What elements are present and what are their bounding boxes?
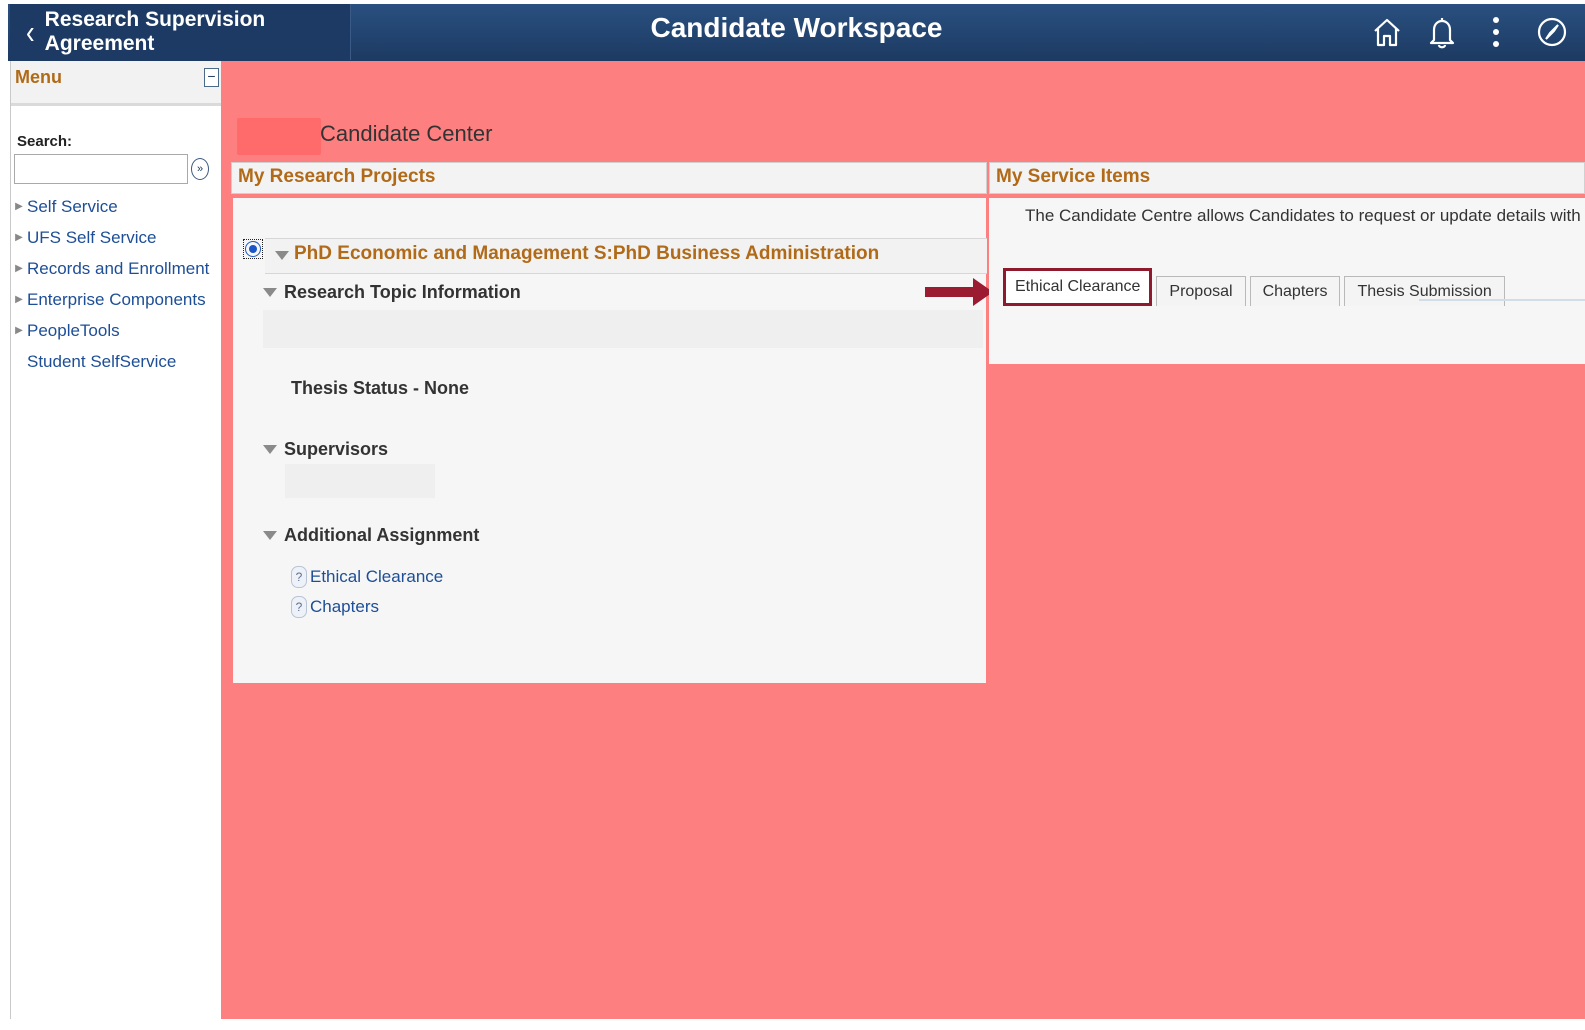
project-row[interactable]: PhD Economic and Management S:PhD Busine… (265, 238, 987, 274)
nav-item-ufs-self-service[interactable]: ▶ UFS Self Service (11, 222, 221, 253)
candidate-center-title: Candidate Center (320, 121, 493, 146)
nav-item-records-enrollment[interactable]: ▶ Records and Enrollment (11, 253, 221, 284)
research-projects-title: My Research Projects (238, 166, 436, 187)
tab-proposal[interactable]: Proposal (1156, 276, 1246, 306)
compass-icon[interactable] (1534, 14, 1570, 50)
tab-ethical-clearance[interactable]: Ethical Clearance (1003, 268, 1153, 306)
nav-item-enterprise-components[interactable]: ▶ Enterprise Components (11, 284, 221, 315)
project-radio[interactable] (243, 239, 263, 259)
supervisors-section[interactable]: Supervisors (263, 439, 388, 460)
additional-assignment-label: Additional Assignment (284, 525, 480, 545)
supervisors-content (285, 464, 435, 498)
chevron-left-icon: ‹ (26, 11, 35, 51)
expand-arrow-icon: ▶ (15, 294, 23, 305)
back-button[interactable]: ‹ Research Supervision Agreement (10, 4, 351, 60)
service-items-header: My Service Items (989, 162, 1585, 194)
menu-sidebar: Menu − Search: » ▶ Self Service ▶ UFS Se… (10, 61, 222, 1019)
service-items-panel: The Candidate Centre allows Candidates t… (989, 198, 1585, 364)
redacted-block (237, 118, 321, 155)
search-go-icon[interactable]: » (191, 158, 209, 180)
collapse-triangle-icon[interactable] (263, 445, 277, 454)
back-button-label: Research Supervision Agreement (44, 8, 266, 55)
expand-arrow-icon: ▶ (15, 232, 23, 243)
service-items-title: My Service Items (996, 166, 1151, 187)
research-topic-label: Research Topic Information (284, 282, 521, 302)
tab-baseline (1419, 299, 1585, 301)
research-projects-panel: PhD Economic and Management S:PhD Busine… (233, 198, 987, 683)
nav-item-label: Enterprise Components (27, 289, 206, 309)
nav-item-label: Records and Enrollment (27, 258, 210, 278)
supervisors-label: Supervisors (284, 439, 389, 459)
home-icon[interactable] (1369, 14, 1405, 50)
nav-item-self-service[interactable]: ▶ Self Service (11, 191, 221, 222)
help-icon: ? (291, 566, 307, 588)
menu-header: Menu − (11, 61, 221, 106)
search-label: Search: (17, 133, 73, 150)
research-topic-section[interactable]: Research Topic Information (263, 282, 521, 303)
expand-arrow-icon: ▶ (15, 325, 23, 336)
expand-arrow-icon: ▶ (15, 201, 23, 212)
assignment-link-ethical-clearance[interactable]: ? Ethical Clearance (291, 566, 443, 588)
tab-thesis-submission[interactable]: Thesis Submission (1344, 276, 1505, 306)
more-vertical-icon[interactable] (1478, 14, 1514, 50)
research-projects-header: My Research Projects (231, 162, 987, 194)
pointer-arrow-icon (925, 278, 993, 306)
menu-nav: ▶ Self Service ▶ UFS Self Service ▶ Reco… (11, 191, 221, 377)
additional-assignment-section[interactable]: Additional Assignment (263, 525, 479, 546)
nav-item-student-selfservice[interactable]: Student SelfService (11, 346, 221, 377)
assignment-link-chapters[interactable]: ? Chapters (291, 596, 379, 618)
collapse-triangle-icon[interactable] (275, 251, 289, 260)
expand-arrow-icon: ▶ (15, 263, 23, 274)
help-icon: ? (291, 596, 307, 618)
bell-icon[interactable] (1424, 14, 1460, 50)
nav-item-label: Self Service (27, 196, 118, 216)
app-header: ‹ Research Supervision Agreement Candida… (8, 4, 1585, 61)
project-title: PhD Economic and Management S:PhD Busine… (294, 243, 880, 264)
nav-item-label: UFS Self Service (27, 227, 157, 247)
search-input[interactable] (14, 154, 188, 184)
nav-item-peopletools[interactable]: ▶ PeopleTools (11, 315, 221, 346)
tab-chapters[interactable]: Chapters (1249, 276, 1341, 306)
nav-item-label: Student SelfService (27, 351, 177, 371)
thesis-status: Thesis Status - None (291, 378, 470, 398)
assignment-label: Ethical Clearance (310, 567, 444, 586)
menu-title: Menu (15, 67, 62, 87)
collapse-triangle-icon[interactable] (263, 288, 277, 297)
main-content: Candidate Center My Research Projects Ph… (221, 61, 1585, 1019)
nav-item-label: PeopleTools (27, 320, 120, 340)
assignment-label: Chapters (310, 597, 379, 616)
research-topic-content (263, 310, 983, 348)
collapse-icon[interactable]: − (204, 68, 219, 87)
service-items-description: The Candidate Centre allows Candidates t… (1025, 206, 1585, 225)
collapse-triangle-icon[interactable] (263, 531, 277, 540)
